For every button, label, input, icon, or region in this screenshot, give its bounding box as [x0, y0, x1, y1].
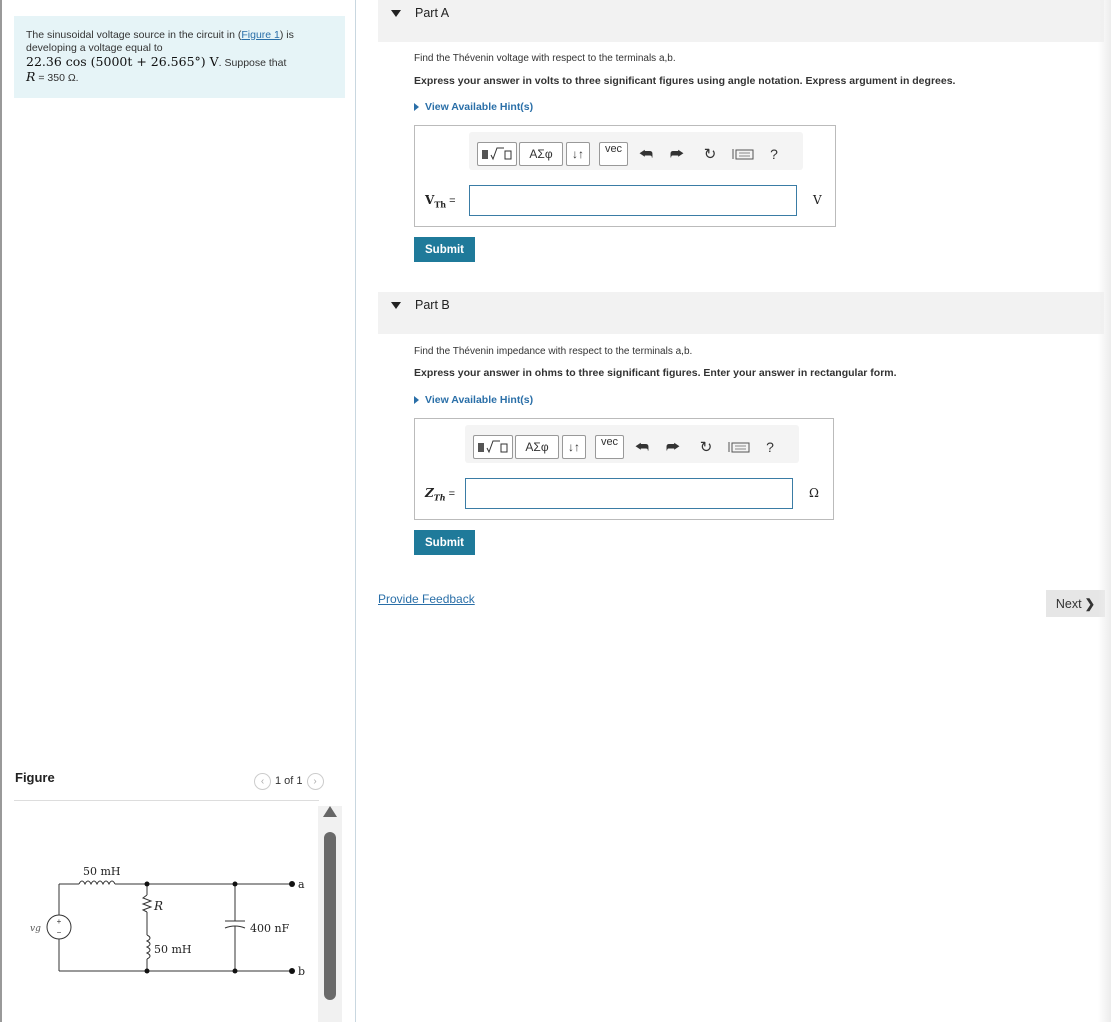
part-a-format-instruction: Express your answer in volts to three si… [414, 75, 956, 87]
figure-pager: ‹ 1 of 1 › [254, 771, 324, 791]
template-button[interactable] [473, 435, 513, 459]
part-a-submit-button[interactable]: Submit [414, 237, 475, 262]
part-b-submit-button[interactable]: Submit [414, 530, 475, 555]
prev-figure-button[interactable]: ‹ [254, 772, 271, 790]
r-value: = 350 Ω. [35, 72, 79, 84]
vth-unit: V [813, 193, 822, 207]
math-toolbar: ΑΣφ ↓↑ vec ⮪ ⮫ ↻ ? [465, 425, 799, 463]
terminal-b-label: b [298, 965, 305, 978]
part-b-header[interactable]: Part B [378, 292, 1104, 334]
problem-statement: The sinusoidal voltage source in the cir… [14, 16, 345, 98]
reset-icon[interactable]: ↻ [701, 142, 719, 166]
greek-button[interactable]: ΑΣφ [519, 142, 563, 166]
collapse-triangle-icon [391, 302, 401, 309]
keyboard-icon[interactable] [728, 435, 750, 459]
template-icon [478, 440, 508, 454]
undo-icon[interactable]: ⮪ [633, 435, 651, 459]
source-label: vg [30, 924, 41, 934]
scrollbar-thumb[interactable] [324, 832, 336, 1000]
help-icon[interactable]: ? [765, 142, 783, 166]
part-a-hint-link[interactable]: View Available Hint(s) [414, 101, 533, 113]
circuit-diagram: + − 50 mH R 50 mH 400 nF vg a b [30, 865, 305, 978]
next-figure-button[interactable]: › [306, 772, 324, 790]
zth-label: ZTh = [425, 486, 456, 503]
provide-feedback-link[interactable]: Provide Feedback [378, 592, 475, 606]
redo-icon[interactable]: ⮫ [668, 142, 686, 166]
figure-title: Figure [15, 770, 55, 785]
sort-arrows-button[interactable]: ↓↑ [562, 435, 586, 459]
left-panel: The sinusoidal voltage source in the cir… [2, 0, 356, 1022]
voltage-expression: 22.36 cos (5000t + 26.565°) V [26, 54, 219, 69]
template-button[interactable] [477, 142, 517, 166]
svg-text:+: + [57, 917, 62, 926]
part-b-instruction: Find the Thévenin impedance with respect… [414, 346, 693, 357]
part-a-title: Part A [415, 6, 450, 20]
part-b-title: Part B [415, 298, 450, 312]
keyboard-icon[interactable] [732, 142, 754, 166]
template-icon [482, 147, 512, 161]
part-b-hint-label: View Available Hint(s) [425, 394, 534, 406]
figure-page-count: 1 of 1 [275, 775, 303, 787]
figure-divider [14, 800, 319, 801]
part-a-header[interactable]: Part A [378, 0, 1104, 42]
part-b-answer-box: ΑΣφ ↓↑ vec ⮪ ⮫ ↻ ? ZTh = Ω [414, 418, 834, 520]
vec-button[interactable]: vec [599, 142, 628, 166]
expand-triangle-icon [414, 103, 419, 111]
next-label: Next [1055, 596, 1082, 611]
problem-text: The sinusoidal voltage source in the cir… [26, 29, 242, 41]
zth-answer-input[interactable] [465, 478, 793, 509]
math-toolbar: ΑΣφ ↓↑ vec ⮪ ⮫ ↻ ? [469, 132, 803, 170]
resistor-label: R [153, 899, 163, 913]
inductor1-label: 50 mH [83, 865, 121, 878]
chevron-right-icon: ❯ [1084, 597, 1096, 611]
part-a-hint-label: View Available Hint(s) [425, 101, 534, 113]
undo-icon[interactable]: ⮪ [637, 142, 655, 166]
expand-triangle-icon [414, 396, 419, 404]
reset-icon[interactable]: ↻ [697, 435, 715, 459]
sort-arrows-button[interactable]: ↓↑ [566, 142, 590, 166]
part-b-format-instruction: Express your answer in ohms to three sig… [414, 367, 897, 379]
vth-label: VTh = [425, 193, 456, 210]
part-a-instruction: Find the Thévenin voltage with respect t… [414, 53, 676, 64]
vec-button[interactable]: vec [595, 435, 624, 459]
terminal-a-label: a [298, 878, 305, 891]
inductor2-label: 50 mH [154, 943, 192, 956]
part-b-hint-link[interactable]: View Available Hint(s) [414, 394, 533, 406]
zth-unit: Ω [809, 486, 819, 500]
next-button[interactable]: Next ❯ [1046, 590, 1105, 617]
figure-link[interactable]: Figure 1 [241, 29, 280, 41]
redo-icon[interactable]: ⮫ [664, 435, 682, 459]
svg-text:−: − [57, 928, 62, 937]
problem-text-suffix: . Suppose that [218, 57, 287, 69]
part-a-answer-box: ΑΣφ ↓↑ vec ⮪ ⮫ ↻ ? VTh = V [414, 125, 836, 227]
scroll-up-arrow-icon[interactable] [323, 806, 337, 817]
vth-answer-input[interactable] [469, 185, 797, 216]
help-icon[interactable]: ? [761, 435, 779, 459]
r-symbol: R [26, 69, 36, 84]
right-edge-shadow [1098, 0, 1111, 1022]
collapse-triangle-icon [391, 10, 401, 17]
capacitor-label: 400 nF [250, 922, 290, 935]
greek-button[interactable]: ΑΣφ [515, 435, 559, 459]
